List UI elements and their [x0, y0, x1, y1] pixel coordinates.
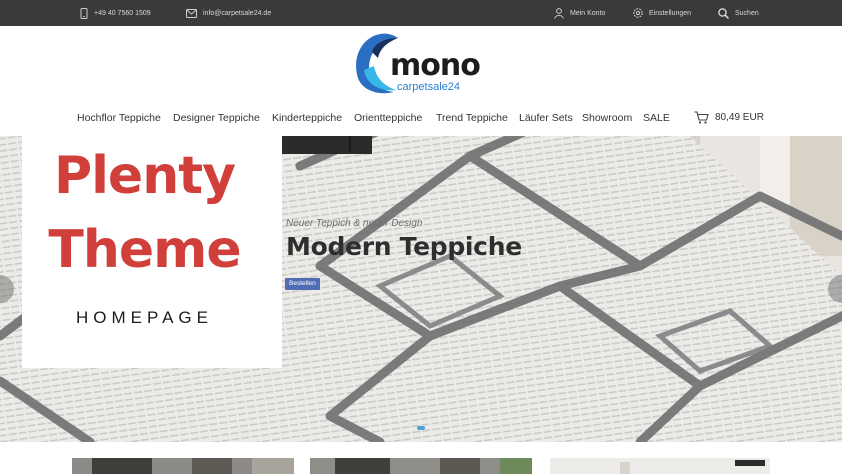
site-logo[interactable]: mono carpetsale24 [350, 30, 481, 98]
order-button[interactable]: Bestellen [285, 278, 320, 290]
logo-wordmark: mono [390, 48, 481, 83]
slider-dot-active[interactable] [417, 426, 425, 430]
phone-icon [80, 7, 88, 19]
theme-overlay-card: Plenty Theme HOMEPAGE [22, 128, 282, 368]
category-tile-1-image [72, 458, 294, 474]
settings-link[interactable]: Einstellungen [633, 0, 691, 26]
account-link[interactable]: Mein Konto [554, 0, 605, 26]
category-tile-2-image [310, 458, 532, 474]
nav-item-laeufer[interactable]: Läufer Sets [519, 112, 573, 124]
logo-subtitle: carpetsale24 [397, 81, 460, 93]
overlay-title-line2: Theme [48, 220, 241, 280]
cart-total: 80,49 EUR [715, 112, 764, 123]
nav-item-designer[interactable]: Designer Teppiche [173, 112, 260, 124]
hero-kicker: Neuer Teppich & neuer Design [286, 218, 423, 229]
phone-number: +49 40 7560 1509 [94, 9, 151, 17]
search-icon [718, 7, 729, 19]
account-label: Mein Konto [570, 9, 606, 17]
category-tile-3[interactable] [550, 458, 770, 474]
cart-icon [694, 111, 709, 124]
mail-icon [186, 8, 197, 18]
nav-item-sale[interactable]: SALE [643, 112, 670, 124]
nav-item-kinder[interactable]: Kinderteppiche [272, 112, 342, 124]
overlay-subtitle: HOMEPAGE [76, 308, 213, 327]
hero-title: Modern Teppiche [286, 232, 522, 261]
search-label: Suchen [735, 9, 759, 17]
cart-button[interactable]: 80,49 EUR [694, 111, 764, 124]
top-bar: +49 40 7560 1509 info@carpetsale24.de Me… [0, 0, 842, 26]
nav-item-showroom[interactable]: Showroom [582, 112, 632, 124]
settings-label: Einstellungen [649, 9, 692, 17]
category-tile-3-image [550, 458, 770, 474]
user-icon [554, 7, 564, 19]
category-tile-1[interactable] [72, 458, 294, 474]
category-tile-2[interactable] [310, 458, 532, 474]
nav-item-hochflor[interactable]: Hochflor Teppiche [77, 112, 161, 124]
nav-item-trend[interactable]: Trend Teppiche [436, 112, 508, 124]
email-link[interactable]: info@carpetsale24.de [186, 0, 271, 26]
email-address: info@carpetsale24.de [203, 9, 272, 17]
search-link[interactable]: Suchen [718, 0, 759, 26]
phone-link[interactable]: +49 40 7560 1509 [80, 0, 151, 26]
overlay-title-line1: Plenty [54, 146, 236, 206]
nav-item-orient[interactable]: Orientteppiche [354, 112, 422, 124]
gear-icon [633, 8, 643, 18]
